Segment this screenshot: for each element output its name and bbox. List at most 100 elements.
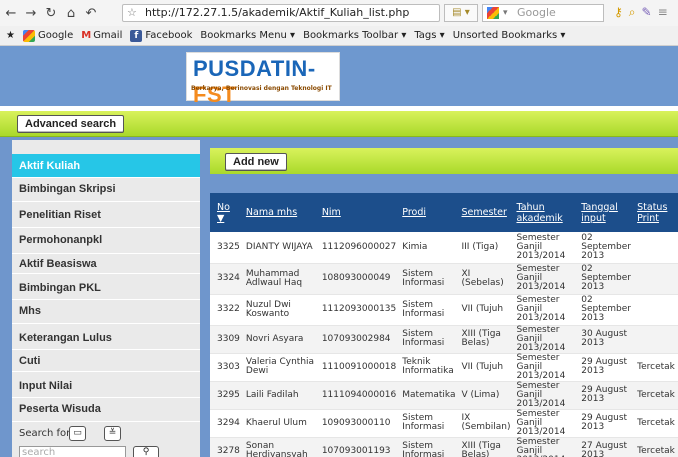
sidebar-item-aktif-beasiswa[interactable]: Aktif Beasiswa — [12, 254, 200, 274]
cell-no: 3303 — [217, 361, 240, 372]
search-options-button[interactable]: ▭ — [69, 426, 86, 441]
sidebar-item-keterangan-lulus[interactable]: Keterangan Lulus — [12, 324, 200, 350]
sidebar-item-mhs[interactable]: Mhs — [12, 300, 200, 324]
cell-tahun-akademik: Semester Ganjil 2013/2014 — [516, 324, 566, 353]
cell-semester: VII (Tujuh — [461, 361, 504, 372]
col-nim[interactable]: Nim — [319, 193, 399, 232]
col-tahun-akademik[interactable]: Tahun akademik — [513, 193, 578, 232]
cell-nama-mhs: Muhammad Adlwaul Haq — [245, 268, 303, 288]
cell-nama-mhs: Sonan Herdiyansyah — [245, 441, 308, 457]
collapse-button[interactable]: ≚ — [104, 426, 121, 441]
table-row[interactable]: 3278 Sonan Herdiyansyah 107093001193 Sistem… — [210, 437, 678, 457]
table-row[interactable]: 3325 DIANTY WIJAYA 1112096000027 Kimia III (… — [210, 232, 678, 263]
col-status-print[interactable]: Status Print — [634, 193, 678, 232]
sidebar-item-bimbingan-skripsi[interactable]: Bimbingan Skripsi — [12, 178, 200, 202]
cell-prodi: Sistem Informasi — [402, 329, 445, 348]
cell-tahun-akademik: Semester Ganjil 2013/2014 — [516, 232, 566, 261]
bookmarks-unsorted[interactable]: Unsorted Bookmarks ▾ — [453, 30, 566, 41]
col-no[interactable]: No ▼ — [210, 193, 243, 232]
sidebar-item-peserta-wisuda[interactable]: Peserta Wisuda — [12, 398, 200, 422]
reload-icon[interactable]: ↻ — [42, 6, 60, 21]
cell-tahun-akademik: Semester Ganjil 2013/2014 — [516, 352, 566, 381]
cell-tanggal-input: 27 August 2013 — [581, 441, 628, 457]
search-icon: ⚲ — [142, 447, 150, 457]
bookmarks-toolbar-folder[interactable]: Bookmarks Toolbar ▾ — [303, 30, 406, 41]
content-toolbar: Add new — [210, 148, 678, 174]
tool-icon[interactable]: ✎ — [642, 5, 658, 19]
cell-prodi: Teknik Informatika — [402, 357, 454, 376]
col-semester[interactable]: Semester — [459, 193, 514, 232]
site-logo[interactable]: PUSDATIN-FST Berkarya, Berinovasi dengan… — [186, 52, 340, 107]
cell-status-print — [634, 232, 678, 263]
col-nama-mhs[interactable]: Nama mhs — [243, 193, 319, 232]
advanced-search-button[interactable]: Advanced search — [17, 115, 125, 133]
magnifier-icon[interactable]: ⌕ — [629, 5, 642, 19]
cell-semester: VII (Tujuh — [461, 304, 504, 314]
cell-nim: 1111094000016 — [321, 389, 397, 400]
cell-tanggal-input: 02 September 2013 — [581, 295, 632, 323]
cell-tahun-akademik: Semester Ganjil 2013/2014 — [516, 408, 566, 437]
back-icon[interactable]: ← — [2, 6, 20, 21]
sidebar-item-bimbingan-pkl[interactable]: Bimbingan PKL — [12, 274, 200, 300]
bookmark-google[interactable]: Google — [22, 29, 73, 42]
logo-main-text: PUSDATIN- — [193, 56, 316, 81]
table-row[interactable]: 3324 Muhammad Adlwaul Haq 108093000049 Sist… — [210, 263, 678, 294]
cell-semester: III (Tiga) — [461, 241, 499, 252]
cell-tahun-akademik: Semester Ganjil 2013/2014 — [516, 436, 565, 457]
sidebar-item-cuti[interactable]: Cuti — [12, 350, 200, 372]
chevron-down-icon[interactable]: ▾ — [503, 5, 508, 21]
cell-nim: 1112096000027 — [321, 241, 397, 252]
sort-desc-icon[interactable]: ▼ — [217, 213, 224, 224]
table-row[interactable]: 3294 Khaerul Ulum 109093000110 Sistem Infor… — [210, 409, 678, 437]
records-table-container: No ▼ Nama mhs Nim Prodi Semester Tahun ak… — [210, 193, 678, 457]
cell-semester: XIII (Tiga Belas) — [461, 441, 501, 457]
search-toolbar: Advanced search — [0, 111, 678, 137]
bookmark-star-icon[interactable]: ☆ — [127, 5, 137, 21]
browser-search-placeholder: Google — [517, 6, 556, 19]
bookmarks-tags[interactable]: Tags ▾ — [414, 30, 444, 41]
table-row[interactable]: 3295 Laili Fadilah 1111094000016 Matematika… — [210, 381, 678, 409]
forward-icon[interactable]: → — [22, 6, 40, 21]
sidebar-search-button[interactable]: ⚲ — [133, 446, 159, 457]
table-row[interactable]: 3322 Nuzul Dwi Koswanto 1112093000135 Siste… — [210, 294, 678, 325]
bookmarks-menu[interactable]: Bookmarks Menu ▾ — [200, 30, 295, 41]
history-icon[interactable]: ↶ — [82, 6, 100, 21]
feed-dropdown-button[interactable]: ▤ ▾ — [444, 4, 478, 22]
home-icon[interactable]: ⌂ — [62, 6, 80, 21]
cell-prodi: Kimia — [402, 241, 428, 252]
cell-prodi: Matematika — [402, 389, 456, 400]
cell-no: 3295 — [217, 389, 240, 400]
cell-status-print — [634, 263, 678, 294]
sidebar-item-input-nilai[interactable]: Input Nilai — [12, 372, 200, 398]
cell-status-print: Tercetak — [637, 417, 675, 428]
browser-search-input[interactable]: ▾ Google — [482, 4, 604, 22]
cell-tahun-akademik: Semester Ganjil 2013/2014 — [516, 295, 566, 323]
table-row[interactable]: 3303 Valeria Cynthia Dewi 1110091000018 Tek… — [210, 353, 678, 381]
cell-nim: 108093000049 — [321, 273, 391, 283]
extension-icons[interactable]: ⚷⌕✎≡ — [614, 5, 674, 20]
bookmarks-star-icon[interactable]: ★ — [6, 30, 15, 41]
cell-no: 3294 — [217, 417, 240, 428]
cell-tanggal-input: 02 September 2013 — [581, 264, 632, 292]
records-table: No ▼ Nama mhs Nim Prodi Semester Tahun ak… — [210, 193, 678, 457]
sidebar-item-aktif-kuliah[interactable]: Aktif Kuliah — [12, 154, 200, 178]
gmail-icon: M — [81, 30, 92, 41]
sidebar-search-input[interactable]: search — [19, 446, 126, 457]
add-new-button[interactable]: Add new — [225, 153, 287, 171]
bookmark-gmail[interactable]: M Gmail — [81, 30, 122, 41]
table-row[interactable]: 3309 Novri Asyara 107093002984 Sistem Infor… — [210, 325, 678, 353]
key-icon[interactable]: ⚷ — [614, 5, 629, 19]
bookmark-facebook[interactable]: f Facebook — [130, 29, 192, 42]
page-header: PUSDATIN-FST Berkarya, Berinovasi dengan… — [0, 46, 678, 107]
cell-nim: 107093001193 — [321, 445, 391, 456]
cell-semester: XIII (Tiga Belas) — [461, 329, 501, 348]
cell-semester: XI (Sebelas) — [461, 268, 504, 288]
col-tanggal-input[interactable]: Tanggal input — [578, 193, 634, 232]
sidebar-item-penelitian-riset[interactable]: Penelitian Riset — [12, 202, 200, 228]
cell-nama-mhs: Novri Asyara — [245, 333, 304, 344]
address-bar[interactable]: ☆ http://172.27.1.5/akademik/Aktif_Kulia… — [122, 4, 440, 22]
col-prodi[interactable]: Prodi — [399, 193, 458, 232]
sidebar-search-row: Search for: ▭ ≚ — [12, 424, 200, 444]
sidebar-item-permohonanpkl[interactable]: Permohonanpkl — [12, 228, 200, 254]
menu-icon[interactable]: ≡ — [658, 5, 674, 19]
